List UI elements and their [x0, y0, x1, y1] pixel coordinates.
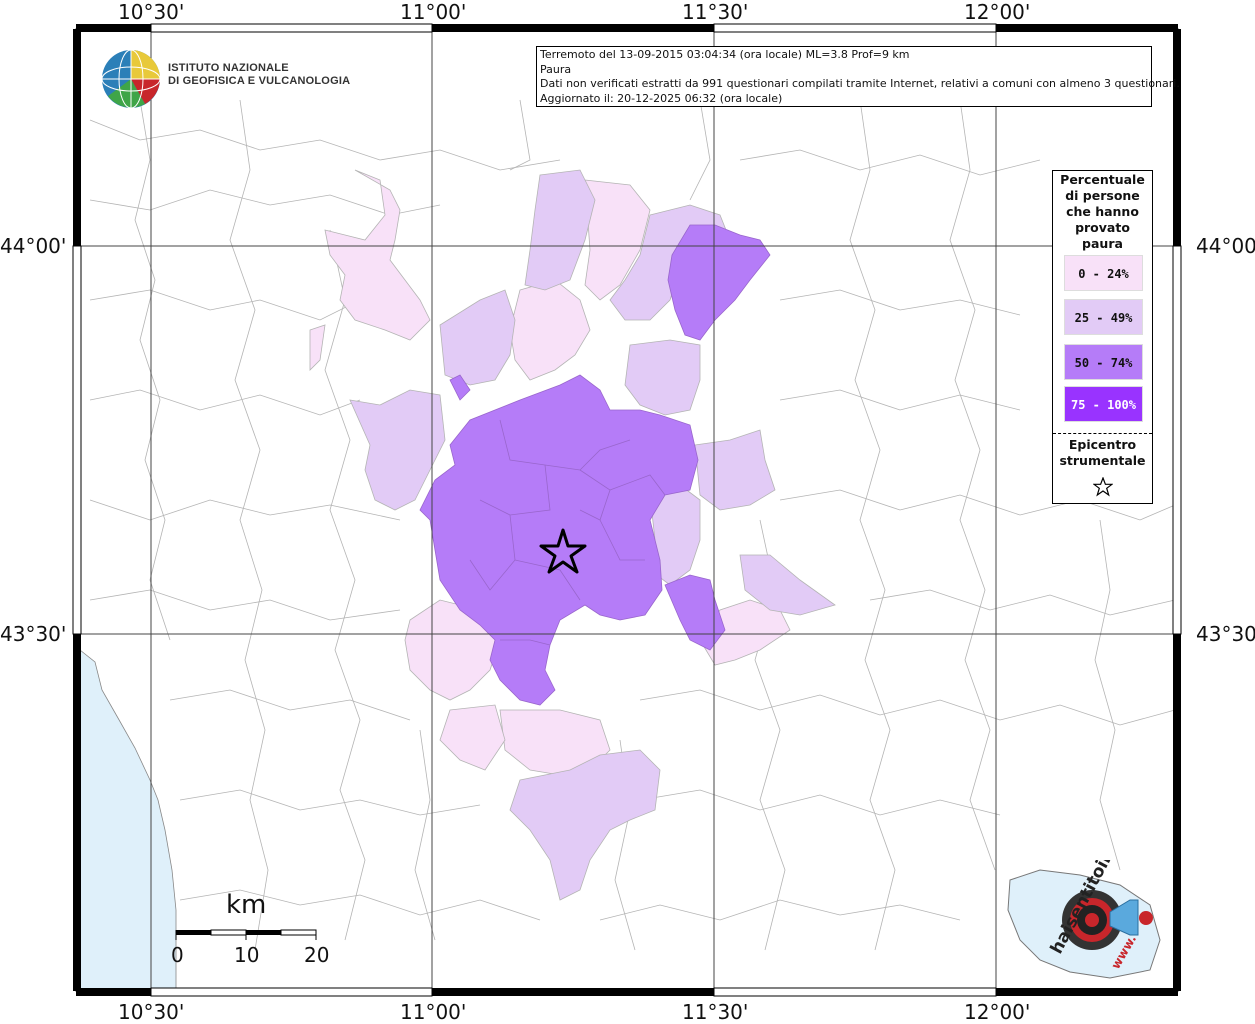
- legend-title: Percentuale di persone che hanno provato…: [1053, 171, 1152, 252]
- lat-label-right-2: 43°30': [1196, 622, 1255, 646]
- legend: Percentuale di persone che hanno provato…: [1052, 170, 1153, 504]
- event-info-line3: Dati non verificati estratti da 991 ques…: [540, 77, 1180, 90]
- scale-tick-20: 20: [304, 943, 330, 967]
- ingv-name: ISTITUTO NAZIONALE DI GEOFISICA E VULCAN…: [168, 62, 350, 88]
- event-info-line1: Terremoto del 13-09-2015 03:04:34 (ora l…: [540, 48, 910, 61]
- hsit-logo-icon[interactable]: haisentitoilterremoto.it www.: [1000, 860, 1170, 985]
- lon-label-bottom-3: 11°30': [682, 1000, 749, 1024]
- legend-epicenter-line1: Epicentro: [1068, 437, 1137, 452]
- legend-title-line2: di persone: [1065, 188, 1140, 203]
- legend-star-icon: [1093, 477, 1113, 497]
- legend-swatch-25-49: 25 - 49%: [1064, 299, 1143, 335]
- legend-swatch-0-24: 0 - 24%: [1064, 255, 1143, 291]
- legend-title-line5: paura: [1082, 236, 1123, 251]
- scale-unit: km: [226, 890, 267, 920]
- lon-label-top-1: 10°30': [118, 0, 185, 24]
- lon-label-bottom-1: 10°30': [118, 1000, 185, 1024]
- legend-swatch-75-100: 75 - 100%: [1064, 386, 1143, 422]
- legend-epicenter-line2: strumentale: [1059, 453, 1146, 468]
- legend-title-line4: provato: [1075, 220, 1130, 235]
- event-info-line2: Paura: [540, 62, 572, 76]
- lat-label-right-1: 44°00': [1196, 234, 1255, 258]
- legend-title-line1: Percentuale: [1060, 172, 1145, 187]
- legend-epicenter-label: Epicentro strumentale: [1053, 437, 1152, 469]
- lon-label-top-4: 12°00': [964, 0, 1031, 24]
- sea-area: [79, 649, 177, 991]
- ingv-name-line2: DI GEOFISICA E VULCANOLOGIA: [168, 75, 351, 87]
- ingv-name-line1: ISTITUTO NAZIONALE: [168, 62, 289, 74]
- legend-separator: [1053, 433, 1152, 434]
- scale-tick-10: 10: [234, 943, 260, 967]
- event-info-line4: Aggiornato il: 20-12-2025 06:32 (ora loc…: [540, 91, 783, 105]
- lon-label-top-2: 11°00': [400, 0, 467, 24]
- ingv-globe-icon: [101, 49, 161, 109]
- lat-label-left-2: 43°30': [0, 622, 67, 646]
- legend-swatch-50-74: 50 - 74%: [1064, 344, 1143, 380]
- lon-label-bottom-2: 11°00': [400, 1000, 467, 1024]
- lat-label-left-1: 44°00': [0, 234, 67, 258]
- lon-label-top-3: 11°30': [682, 0, 749, 24]
- scale-bar: km 0 10 20: [170, 890, 340, 970]
- scale-tick-0: 0: [171, 943, 184, 967]
- legend-title-line3: che hanno: [1066, 204, 1139, 219]
- event-info-box: Terremoto del 13-09-2015 03:04:34 (ora l…: [536, 46, 1180, 107]
- lon-label-bottom-4: 12°00': [964, 1000, 1031, 1024]
